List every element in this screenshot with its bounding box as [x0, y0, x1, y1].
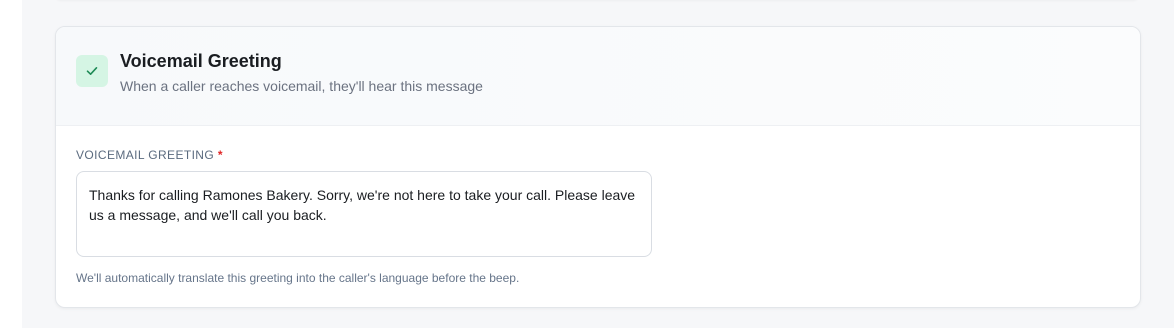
required-marker: * [217, 148, 223, 162]
check-badge [76, 55, 108, 87]
card-header: Voicemail Greeting When a caller reaches… [56, 27, 1140, 126]
page: Voicemail Greeting When a caller reaches… [0, 0, 1174, 328]
voicemail-greeting-textarea[interactable]: Thanks for calling Ramones Bakery. Sorry… [76, 171, 652, 257]
greeting-field-label-text: VOICEMAIL GREETING [76, 148, 215, 162]
left-rail [0, 0, 22, 328]
greeting-field-label: VOICEMAIL GREETING * [76, 148, 223, 162]
check-icon [86, 67, 98, 75]
translation-helper-text: We'll automatically translate this greet… [76, 271, 520, 285]
card-title: Voicemail Greeting [120, 51, 282, 71]
card-subtitle: When a caller reaches voicemail, they'll… [120, 78, 483, 94]
voicemail-greeting-card: Voicemail Greeting When a caller reaches… [55, 26, 1141, 308]
